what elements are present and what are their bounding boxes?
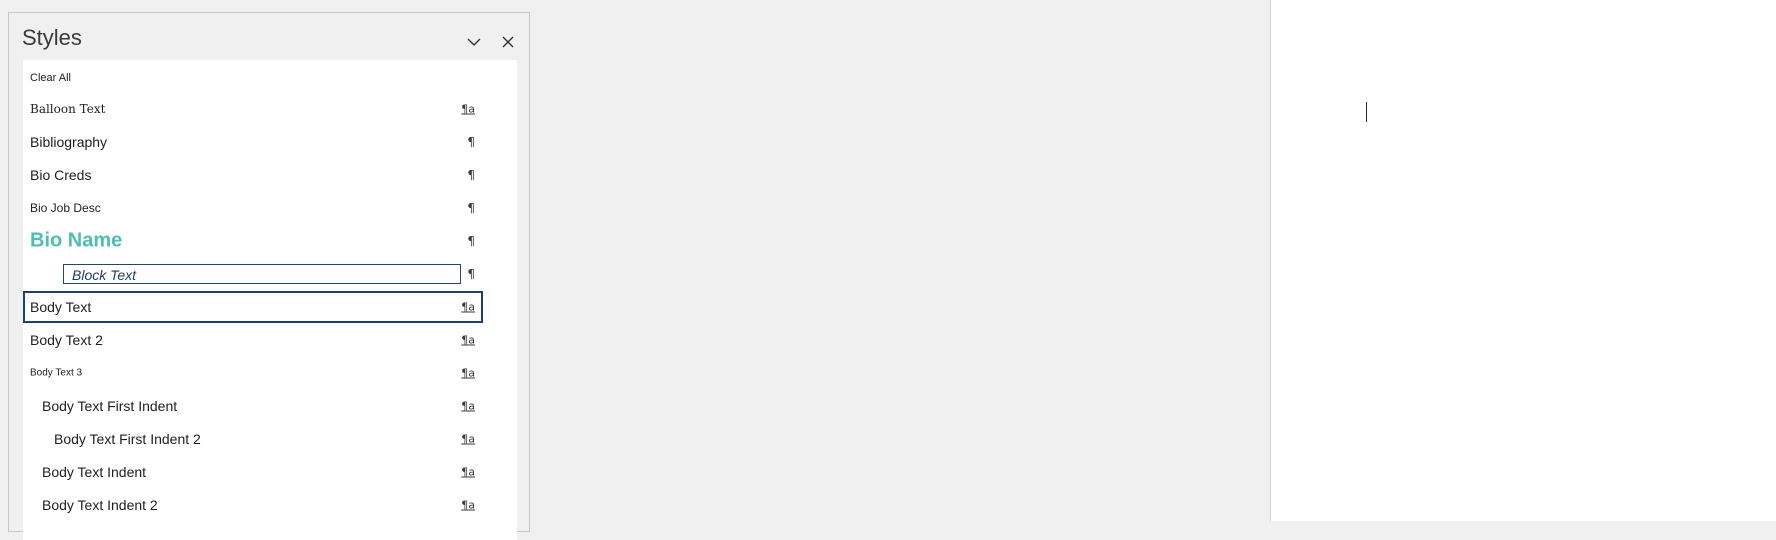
close-pane-button[interactable]: [495, 29, 521, 55]
linked-style-icon: ¶a: [461, 366, 475, 380]
linked-style-icon: ¶a: [461, 333, 475, 347]
collapse-pane-button[interactable]: [461, 29, 487, 55]
linked-style-icon: ¶a: [461, 465, 475, 479]
close-icon: [502, 36, 514, 48]
linked-style-icon: ¶a: [461, 102, 475, 116]
style-item-body-text-first-indent[interactable]: Body Text First Indent ¶a: [23, 390, 483, 422]
style-item-body-text-indent-2[interactable]: Body Text Indent 2 ¶a: [23, 489, 483, 521]
linked-style-icon: ¶a: [461, 498, 475, 512]
style-item-body-text-2[interactable]: Body Text 2 ¶a: [23, 324, 483, 356]
chevron-down-icon: [467, 38, 481, 46]
text-cursor: [1366, 102, 1367, 122]
style-name: Bio Creds: [30, 167, 92, 183]
style-item-balloon-text[interactable]: Balloon Text ¶a: [23, 93, 483, 125]
style-name: Bio Job Desc: [30, 201, 101, 215]
style-name: Block Text: [63, 264, 461, 284]
style-item-body-text-indent[interactable]: Body Text Indent ¶a: [23, 456, 483, 488]
style-name: Body Text Indent: [42, 464, 147, 480]
style-item-bio-job-desc[interactable]: Bio Job Desc ¶: [23, 192, 483, 224]
style-name: Bio Name: [30, 229, 123, 252]
style-item-body-text-first-indent-2[interactable]: Body Text First Indent 2 ¶a: [23, 423, 483, 455]
paragraph-style-icon: ¶: [467, 168, 475, 182]
paragraph-style-icon: ¶: [467, 135, 475, 149]
style-name: Body Text: [30, 299, 92, 315]
style-name: Body Text 2: [30, 332, 103, 348]
style-item-block-text[interactable]: Block Text ¶: [23, 258, 483, 290]
styles-pane: Styles Clear All Balloon Text ¶a Bibliog…: [8, 12, 530, 540]
style-name: Balloon Text: [30, 102, 106, 116]
style-item-bio-name[interactable]: Bio Name ¶: [23, 225, 483, 257]
paragraph-style-icon: ¶: [467, 234, 475, 248]
style-item-body-text-3[interactable]: Body Text 3 ¶a: [23, 357, 483, 389]
linked-style-icon: ¶a: [461, 432, 475, 446]
paragraph-style-icon: ¶: [467, 267, 475, 281]
style-name: Body Text 3: [30, 367, 83, 379]
style-list: Clear All Balloon Text ¶a Bibliography ¶…: [23, 60, 517, 540]
paragraph-style-icon: ¶: [467, 201, 475, 215]
style-item-bio-creds[interactable]: Bio Creds ¶: [23, 159, 483, 191]
style-name: Body Text Indent 2: [42, 497, 158, 513]
linked-style-icon: ¶a: [461, 399, 475, 413]
style-name: Body Text First Indent: [42, 398, 178, 414]
style-item-body-text[interactable]: Body Text ¶a: [23, 291, 483, 323]
style-name: Bibliography: [30, 134, 108, 150]
pane-title: Styles: [22, 25, 82, 50]
linked-style-icon: ¶a: [461, 300, 475, 314]
style-name: Clear All: [30, 72, 71, 84]
style-item-clear-all[interactable]: Clear All: [23, 62, 483, 94]
style-name: Body Text First Indent 2: [54, 431, 201, 447]
document-page[interactable]: [1271, 0, 1776, 521]
style-item-bibliography[interactable]: Bibliography ¶: [23, 126, 483, 158]
